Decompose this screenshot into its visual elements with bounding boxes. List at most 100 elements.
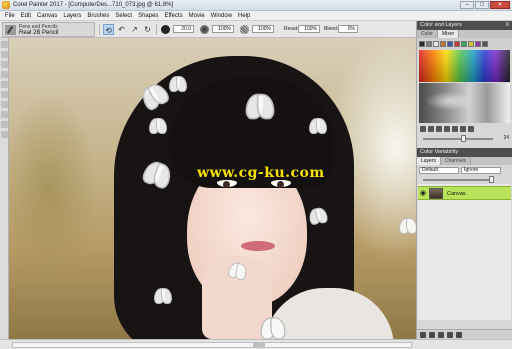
color-swatch[interactable] bbox=[433, 40, 439, 47]
toolbox bbox=[0, 38, 9, 339]
mixer-gray-area[interactable] bbox=[419, 83, 510, 123]
size-field[interactable]: 20.0 bbox=[173, 25, 194, 33]
freehand-stroke-icon[interactable]: ⟲ bbox=[103, 24, 114, 35]
slider-knob[interactable] bbox=[461, 135, 466, 142]
layer-row-canvas[interactable]: ◉ Canvas bbox=[418, 186, 511, 200]
layer-name: Canvas bbox=[447, 191, 466, 197]
title-bar: Corel Painter 2017 - [ComputerDes...710_… bbox=[0, 0, 512, 11]
eraser-tool-icon[interactable] bbox=[1, 61, 8, 68]
butterfly-decoration bbox=[149, 118, 167, 134]
layer-list: ◉ Canvas bbox=[418, 184, 511, 320]
grain-icon bbox=[240, 25, 249, 34]
mixer-brush-icon[interactable] bbox=[420, 126, 426, 132]
pencil-icon bbox=[5, 25, 16, 35]
mixer-paint-area[interactable] bbox=[419, 50, 510, 82]
tab-color[interactable]: Color bbox=[417, 30, 438, 38]
straight-line-icon[interactable]: ↗ bbox=[129, 24, 140, 35]
color-swatch[interactable] bbox=[426, 40, 432, 47]
slider-track bbox=[423, 138, 493, 140]
butterfly-decoration bbox=[309, 118, 327, 134]
brush-tool-icon[interactable] bbox=[1, 41, 8, 48]
menu-movie[interactable]: Movie bbox=[186, 13, 208, 19]
mixer-zoom-icon[interactable] bbox=[452, 126, 458, 132]
bleed-label: Bleed: bbox=[324, 26, 339, 32]
mixer-dropper-icon[interactable] bbox=[436, 126, 442, 132]
mixer-sample-icon[interactable] bbox=[444, 126, 450, 132]
dropper-tool-icon[interactable] bbox=[1, 51, 8, 58]
bleed-field[interactable]: 0% bbox=[338, 25, 358, 33]
curve-stroke-icon[interactable]: ↶ bbox=[116, 24, 127, 35]
layer-effects-icon[interactable] bbox=[447, 331, 453, 338]
butterfly-decoration bbox=[308, 207, 328, 224]
color-swatch[interactable] bbox=[468, 40, 474, 47]
menu-select[interactable]: Select bbox=[112, 13, 135, 19]
composite-depth-select[interactable]: Ignore bbox=[461, 166, 501, 174]
layer-tabs: Layers Channels bbox=[417, 157, 512, 165]
grain-field[interactable]: 100% bbox=[252, 25, 274, 33]
menu-bar: File Edit Canvas Layers Brushes Select S… bbox=[0, 11, 512, 21]
new-layer-icon[interactable] bbox=[420, 331, 426, 338]
zoom-tool-icon[interactable] bbox=[1, 131, 8, 138]
tab-mixer[interactable]: Mixer bbox=[437, 30, 460, 38]
transform-tool-icon[interactable] bbox=[1, 91, 8, 98]
color-swatch[interactable] bbox=[454, 40, 460, 47]
layer-opacity-slider[interactable] bbox=[417, 175, 512, 184]
color-swatch[interactable] bbox=[475, 40, 481, 47]
maximize-button[interactable]: □ bbox=[475, 1, 489, 9]
color-swatch[interactable] bbox=[440, 40, 446, 47]
selection-tool-icon[interactable] bbox=[1, 81, 8, 88]
color-swatch[interactable] bbox=[461, 40, 467, 47]
color-swatch[interactable] bbox=[482, 40, 488, 47]
layer-mask-icon[interactable] bbox=[438, 331, 444, 338]
butterfly-decoration bbox=[169, 76, 187, 92]
slider-knob[interactable] bbox=[489, 176, 494, 183]
eye-icon[interactable]: ◉ bbox=[420, 190, 427, 197]
menu-effects[interactable]: Effects bbox=[161, 13, 185, 19]
tab-layers[interactable]: Layers bbox=[417, 157, 442, 165]
brush-selector[interactable]: Pens and Pencils Real 2B Pencil bbox=[2, 22, 95, 37]
portrait-lips bbox=[241, 241, 275, 251]
window-controls: – □ ✕ bbox=[460, 1, 510, 9]
mixer-clear-icon[interactable] bbox=[468, 126, 474, 132]
brush-size-value: 24 bbox=[503, 135, 509, 141]
menu-canvas[interactable]: Canvas bbox=[34, 13, 60, 19]
status-bar bbox=[0, 339, 512, 349]
menu-window[interactable]: Window bbox=[208, 13, 235, 19]
document-canvas[interactable]: www.cg-ku.com bbox=[9, 38, 416, 339]
panel-menu-icon[interactable]: ≡ bbox=[505, 21, 509, 30]
delete-layer-icon[interactable] bbox=[456, 331, 462, 338]
mixer-brush-size-slider[interactable]: 24 bbox=[417, 134, 512, 143]
horizontal-scrollbar[interactable] bbox=[12, 342, 412, 348]
resat-field[interactable]: 100% bbox=[298, 25, 320, 33]
opacity-field[interactable]: 100% bbox=[212, 25, 234, 33]
close-button[interactable]: ✕ bbox=[490, 1, 510, 9]
scrollbar-thumb[interactable] bbox=[253, 343, 265, 347]
hand-tool-icon[interactable] bbox=[1, 121, 8, 128]
color-tabs: Color Mixer bbox=[417, 30, 512, 38]
color-swatch[interactable] bbox=[447, 40, 453, 47]
mixer-pan-icon[interactable] bbox=[460, 126, 466, 132]
menu-file[interactable]: File bbox=[2, 13, 18, 19]
composite-method-select[interactable]: Default bbox=[419, 166, 459, 174]
butterfly-decoration bbox=[245, 93, 275, 120]
color-variability-header[interactable]: Color Variability bbox=[417, 148, 512, 157]
resat-label: Resat: bbox=[284, 26, 299, 32]
menu-help[interactable]: Help bbox=[235, 13, 253, 19]
menu-brushes[interactable]: Brushes bbox=[84, 13, 112, 19]
menu-layers[interactable]: Layers bbox=[60, 13, 84, 19]
color-swatch[interactable] bbox=[419, 40, 425, 47]
group-layers-icon[interactable] bbox=[429, 331, 435, 338]
tab-channels[interactable]: Channels bbox=[441, 157, 472, 165]
text-tool-icon[interactable] bbox=[1, 101, 8, 108]
shape-tool-icon[interactable] bbox=[1, 111, 8, 118]
menu-edit[interactable]: Edit bbox=[18, 13, 34, 19]
fill-tool-icon[interactable] bbox=[1, 71, 8, 78]
opacity-icon bbox=[200, 25, 209, 34]
mixer-knife-icon[interactable] bbox=[428, 126, 434, 132]
window-title: Corel Painter 2017 - [ComputerDes...710_… bbox=[13, 2, 174, 8]
color-and-layers-panel: Color and Layers ≡ Color Mixer 24 Color … bbox=[416, 21, 512, 339]
separator bbox=[156, 24, 157, 35]
pressure-icon[interactable]: ↻ bbox=[142, 24, 153, 35]
minimize-button[interactable]: – bbox=[460, 1, 474, 9]
menu-shapes[interactable]: Shapes bbox=[135, 13, 161, 19]
